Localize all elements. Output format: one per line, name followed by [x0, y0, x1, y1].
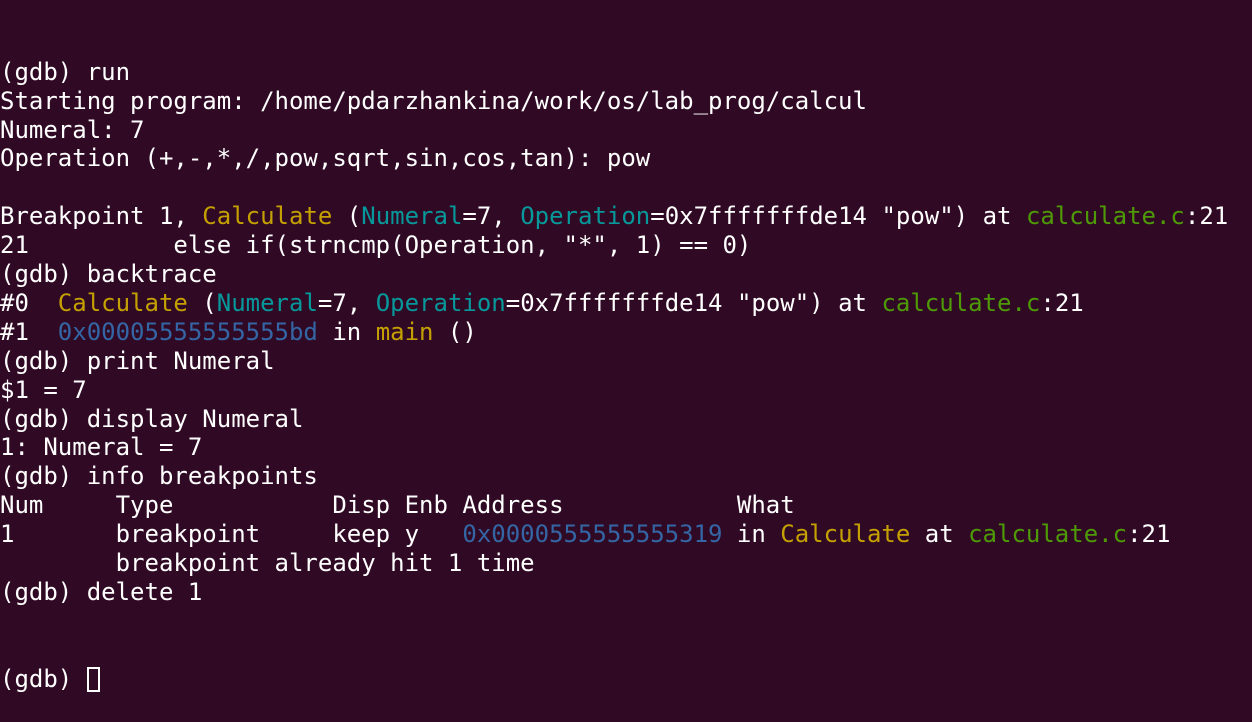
text-segment: Operation (+,-,*,/,pow,sqrt,sin,cos,tan)…: [0, 144, 651, 173]
terminal-line: 1: Numeral = 7: [0, 433, 1252, 462]
text-segment: at: [910, 520, 969, 549]
terminal-line: Numeral: 7: [0, 116, 1252, 145]
terminal-line: Operation (+,-,*,/,pow,sqrt,sin,cos,tan)…: [0, 144, 1252, 173]
text-segment: (gdb) delete 1: [0, 577, 203, 606]
terminal-line: breakpoint already hit 1 time: [0, 549, 1252, 578]
terminal-line: (gdb) run: [0, 58, 1252, 87]
text-segment: =7,: [462, 202, 521, 231]
text-segment: 21 else if(strncmp(Operation, "*", 1) ==…: [0, 231, 752, 260]
text-param: Numeral: [361, 202, 463, 231]
text-addr: 0x00005555555555bd: [57, 317, 318, 346]
terminal-line: #1 0x00005555555555bd in main (): [0, 318, 1252, 347]
text-segment: (: [187, 288, 217, 317]
text-param: Operation: [520, 202, 651, 231]
terminal-line: (gdb) print Numeral: [0, 347, 1252, 376]
text-segment: (gdb) display Numeral: [0, 404, 304, 433]
terminal-line: (gdb) delete 1: [0, 578, 1252, 607]
terminal-line: (gdb) info breakpoints: [0, 462, 1252, 491]
text-fn: Calculate: [202, 202, 333, 231]
text-segment: $1 = 7: [0, 375, 87, 404]
text-segment: Num Type Disp Enb Address What: [0, 491, 795, 520]
text-segment: Numeral: 7: [0, 115, 145, 144]
terminal-line: Breakpoint 1, Calculate (Numeral=7, Oper…: [0, 202, 1252, 231]
text-segment: :21: [1127, 520, 1171, 549]
text-segment: 1: Numeral = 7: [0, 433, 203, 462]
text-file: calculate.c: [968, 520, 1128, 549]
text-segment: (gdb) info breakpoints: [0, 462, 318, 491]
text-segment: #0: [0, 288, 58, 317]
text-segment: (: [332, 202, 362, 231]
text-file: calculate.c: [881, 288, 1041, 317]
text-segment: :21: [1040, 288, 1084, 317]
terminal-line: 21 else if(strncmp(Operation, "*", 1) ==…: [0, 231, 1252, 260]
text-param: Numeral: [216, 288, 318, 317]
terminal-line: 1 breakpoint keep y 0x0000555555555319 i…: [0, 520, 1252, 549]
text-segment: (gdb) run: [0, 57, 131, 86]
text-segment: #1: [0, 317, 58, 346]
text-segment: Breakpoint 1,: [0, 202, 203, 231]
terminal-line: Num Type Disp Enb Address What: [0, 491, 1252, 520]
text-segment: Starting program: /home/pdarzhankina/wor…: [0, 86, 867, 115]
text-fn: main: [375, 317, 434, 346]
terminal-line: (gdb) display Numeral: [0, 405, 1252, 434]
terminal-window[interactable]: (gdb) run Starting program: /home/pdarzha…: [0, 0, 1252, 693]
text-segment: 1 breakpoint keep y: [0, 520, 463, 549]
terminal-output: (gdb) run Starting program: /home/pdarzha…: [0, 58, 1252, 607]
text-param: Operation: [375, 288, 506, 317]
terminal-input-line[interactable]: (gdb): [0, 665, 1252, 694]
text-segment: :21: [1184, 202, 1229, 231]
terminal-line: (gdb) backtrace: [0, 260, 1252, 289]
terminal-line: Starting program: /home/pdarzhankina/wor…: [0, 87, 1252, 116]
text-addr: 0x0000555555555319: [462, 520, 723, 549]
text-segment: breakpoint already hit 1 time: [0, 548, 535, 577]
text-segment: in: [722, 520, 781, 549]
gdb-prompt: (gdb): [0, 664, 73, 693]
text-segment: (gdb) print Numeral: [0, 346, 275, 375]
text-file: calculate.c: [1025, 202, 1185, 231]
terminal-line: $1 = 7: [0, 376, 1252, 405]
text-segment: (): [433, 317, 477, 346]
text-segment: in: [317, 317, 376, 346]
text-fn: Calculate: [780, 520, 911, 549]
text-segment: (gdb) backtrace: [0, 260, 217, 289]
text-segment: =0x7fffffffde14 "pow") at: [650, 202, 1026, 231]
text-segment: =0x7fffffffde14 "pow") at: [505, 288, 882, 317]
text-cursor: [86, 666, 100, 692]
text-fn: Calculate: [57, 288, 188, 317]
text-segment: =7,: [317, 288, 376, 317]
terminal-line: #0 Calculate (Numeral=7, Operation=0x7ff…: [0, 289, 1252, 318]
